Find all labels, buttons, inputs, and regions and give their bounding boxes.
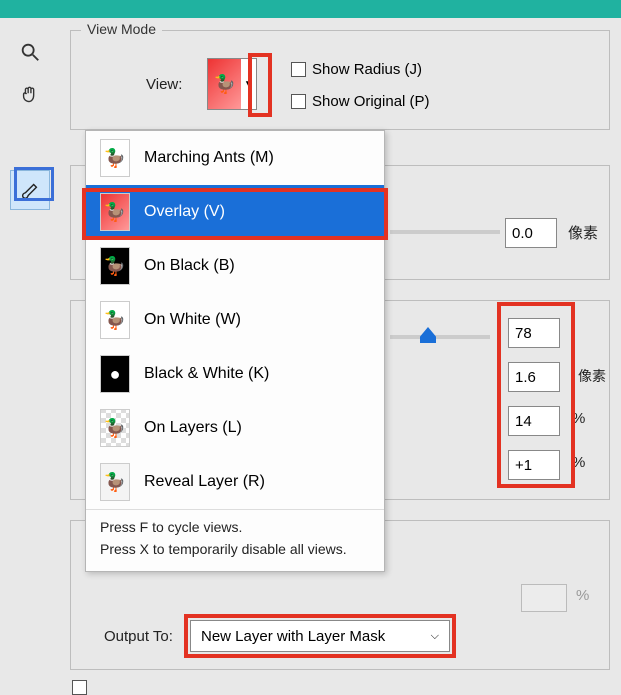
value-field-0[interactable]: 0.0 xyxy=(505,218,557,248)
chevron-down-icon: ⌵ xyxy=(431,630,439,643)
checkbox-icon xyxy=(291,62,306,77)
view-option-on-black[interactable]: 🦆 On Black (B) xyxy=(86,239,384,293)
brush-icon xyxy=(19,179,41,201)
value-field-3[interactable]: 14 xyxy=(508,406,560,436)
value-field-5 xyxy=(521,584,567,612)
dropdown-item-label: Marching Ants (M) xyxy=(144,149,274,167)
view-option-on-white[interactable]: 🦆 On White (W) xyxy=(86,293,384,347)
unit-5: % xyxy=(576,587,589,604)
view-option-marching-ants[interactable]: 🦆 Marching Ants (M) xyxy=(86,131,384,185)
view-option-overlay[interactable]: 🦆 Overlay (V) xyxy=(86,185,384,239)
dropdown-item-label: On Layers (L) xyxy=(144,419,242,437)
dropdown-item-label: Overlay (V) xyxy=(144,203,225,221)
output-to-value: New Layer with Layer Mask xyxy=(201,628,385,645)
unit-3: % xyxy=(572,410,585,427)
dropdown-hint: Press F to cycle views. Press X to tempo… xyxy=(86,510,384,571)
zoom-tool-button[interactable] xyxy=(10,32,50,72)
view-option-black-white[interactable]: ● Black & White (K) xyxy=(86,347,384,401)
dropdown-item-label: Black & White (K) xyxy=(144,365,269,383)
view-preview-button[interactable]: 🦆 ▼ xyxy=(207,58,257,110)
viewmode-legend: View Mode xyxy=(81,21,162,37)
dropdown-item-label: On Black (B) xyxy=(144,257,235,275)
show-original-label: Show Original (P) xyxy=(312,93,430,110)
view-label: View: xyxy=(146,76,182,93)
value-field-2[interactable]: 1.6 xyxy=(508,362,560,392)
unit-2: 像素 xyxy=(578,366,606,386)
show-original-checkbox[interactable]: Show Original (P) xyxy=(291,93,430,110)
output-to-label: Output To: xyxy=(104,628,173,645)
tool-column xyxy=(10,32,54,214)
checkbox-icon xyxy=(72,680,87,695)
hand-tool-button[interactable] xyxy=(10,76,50,116)
magnifier-icon xyxy=(19,41,41,63)
slider-track-1[interactable] xyxy=(390,335,490,339)
value-field-4[interactable]: +1 xyxy=(508,450,560,480)
unit-4: % xyxy=(572,454,585,471)
bottom-checkbox[interactable] xyxy=(72,680,87,695)
view-option-reveal-layer[interactable]: 🦆 Reveal Layer (R) xyxy=(86,455,384,509)
view-dropdown: 🦆 Marching Ants (M) 🦆 Overlay (V) 🦆 On B… xyxy=(85,130,385,572)
show-radius-checkbox[interactable]: Show Radius (J) xyxy=(291,61,422,78)
output-to-select[interactable]: New Layer with Layer Mask ⌵ xyxy=(190,620,450,652)
title-bar xyxy=(0,0,621,18)
slider-track-0[interactable] xyxy=(390,230,500,234)
checkbox-icon xyxy=(291,94,306,109)
brush-tool-button[interactable] xyxy=(10,170,50,210)
viewmode-fieldset: View Mode View: 🦆 ▼ Show Radius (J) Show… xyxy=(70,30,610,130)
dropdown-item-label: Reveal Layer (R) xyxy=(144,473,265,491)
dropdown-item-label: On White (W) xyxy=(144,311,241,329)
value-field-1[interactable]: 78 xyxy=(508,318,560,348)
view-option-on-layers[interactable]: 🦆 On Layers (L) xyxy=(86,401,384,455)
hand-icon xyxy=(19,85,41,107)
show-radius-label: Show Radius (J) xyxy=(312,61,422,78)
unit-0: 像素 xyxy=(568,222,598,243)
